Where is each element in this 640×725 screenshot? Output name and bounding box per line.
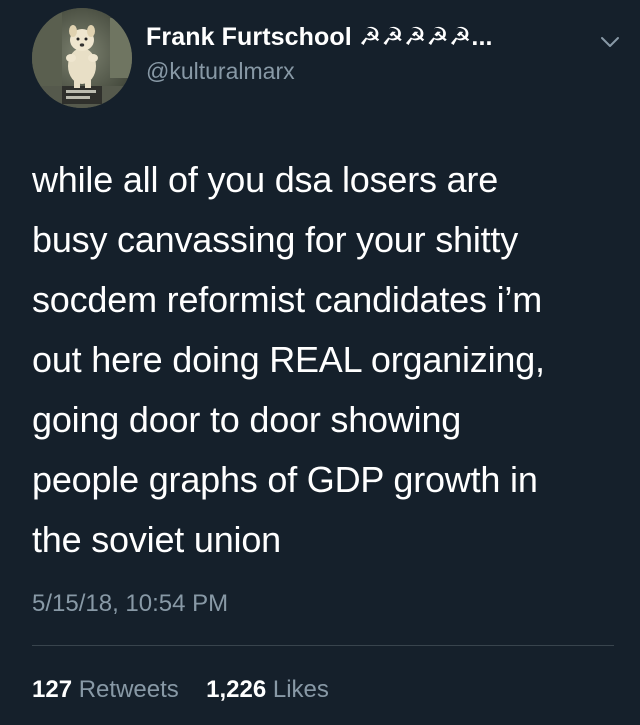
likes-label: Likes (272, 676, 329, 703)
tweet-text-line: going door to door showing (32, 399, 462, 440)
tweet-header: Frank Furtschool ☭☭☭☭☭... @kulturalmarx (32, 8, 622, 108)
tweet-text-line: out here doing REAL organizing, (32, 339, 545, 380)
retweets-label: Retweets (78, 676, 179, 703)
likes-count: 1,226 (206, 676, 267, 703)
tweet-text-line: busy canvassing for your shitty (32, 219, 519, 260)
tweet-timestamp[interactable]: 5/15/18, 10:54 PM (32, 590, 228, 618)
retweets-stat[interactable]: 127 Retweets (32, 676, 185, 703)
chevron-down-icon[interactable] (598, 30, 622, 54)
tweet-card: Frank Furtschool ☭☭☭☭☭... @kulturalmarx … (0, 0, 640, 725)
avatar[interactable] (32, 8, 132, 108)
tweet-text-line: while all of you dsa losers are (32, 159, 499, 200)
tweet-text-line: socdem reformist candidates i’m (32, 279, 542, 320)
retweets-count: 127 (32, 676, 73, 703)
likes-stat[interactable]: 1,226 Likes (199, 676, 329, 703)
tweet-text-line: people graphs of GDP growth in (32, 459, 538, 500)
tweet-text: while all of you dsa losers are busy can… (32, 150, 612, 570)
tweet-stats: 127 Retweets 1,226 Likes (32, 676, 329, 704)
dog-avatar-icon (32, 8, 132, 108)
user-handle[interactable]: @kulturalmarx (146, 58, 295, 85)
tweet-text-line: the soviet union (32, 519, 281, 560)
display-name[interactable]: Frank Furtschool ☭☭☭☭☭... (146, 22, 493, 52)
divider (32, 645, 614, 646)
